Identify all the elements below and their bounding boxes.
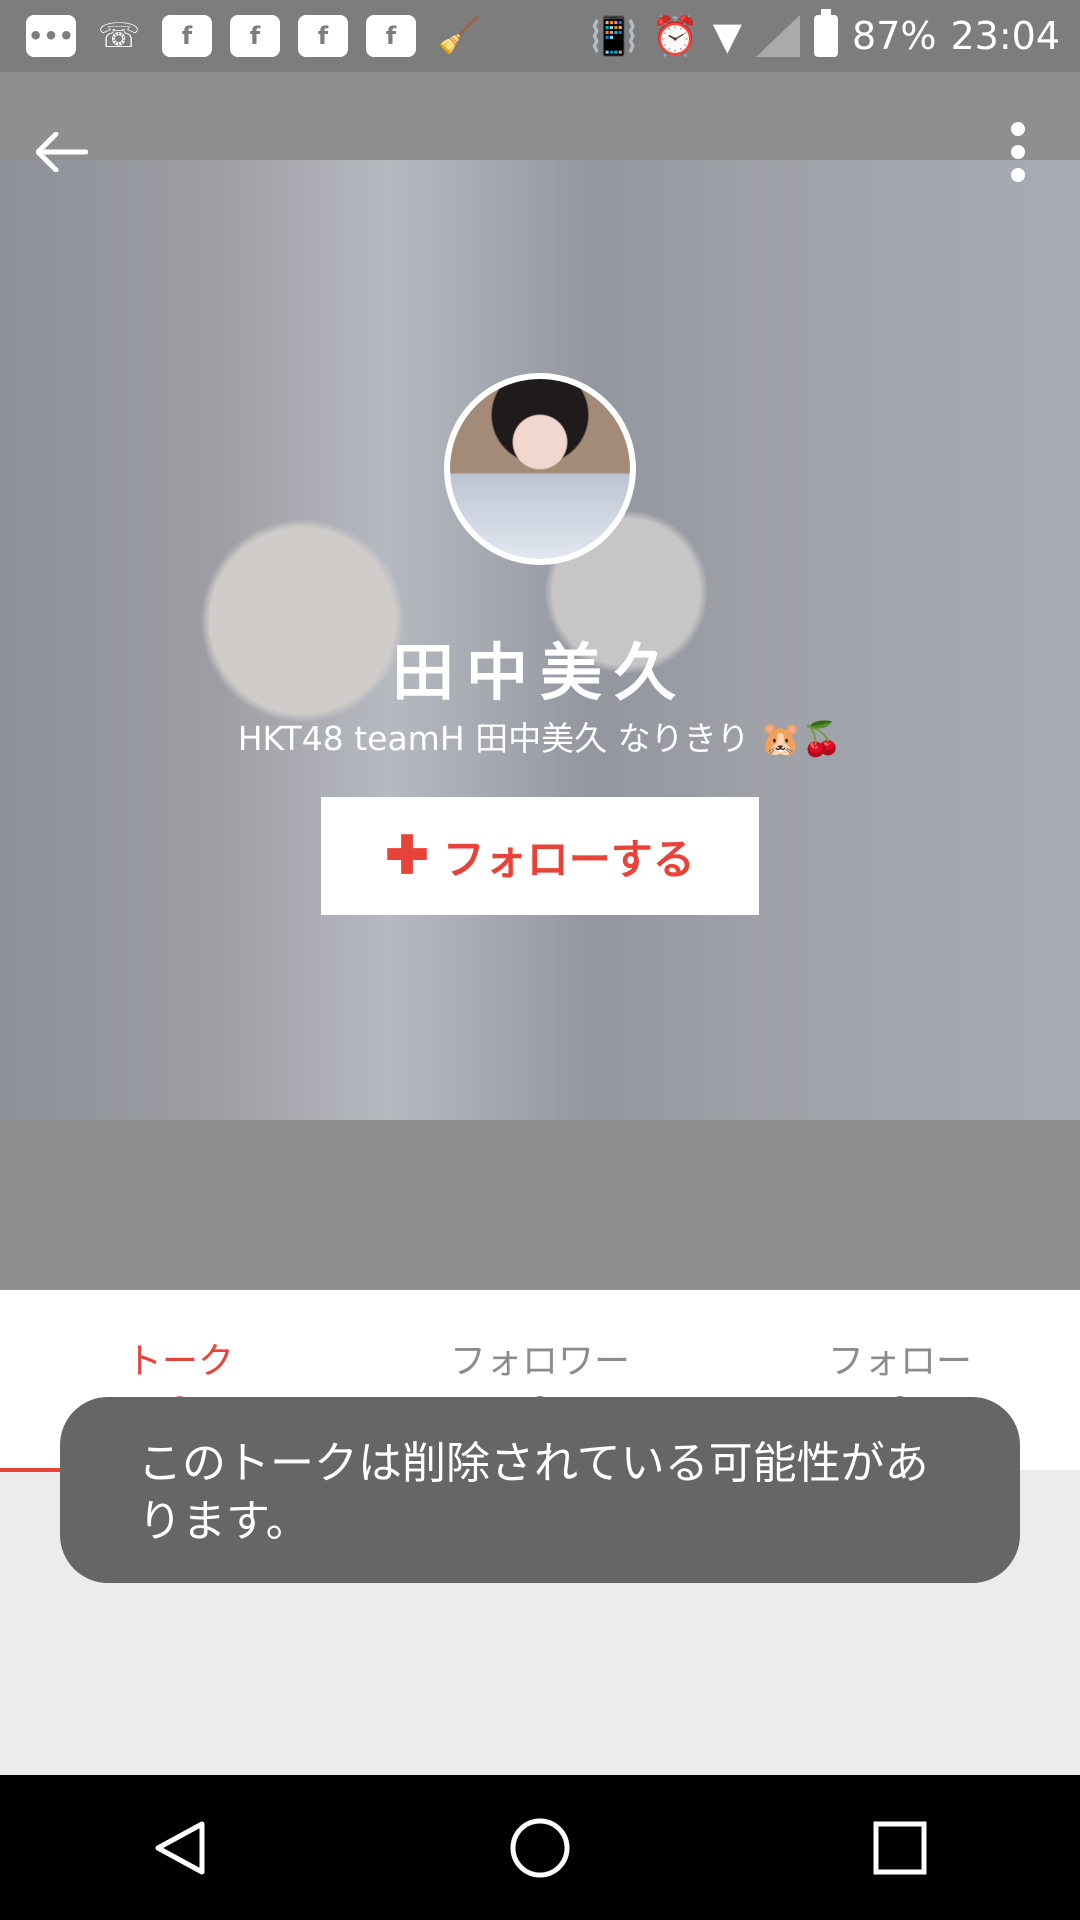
tab-label: フォロワー: [449, 1341, 630, 1382]
cleaner-icon: 🧹: [437, 16, 481, 56]
facebook-icon: f: [298, 15, 348, 57]
facebook-icon: f: [230, 15, 280, 57]
tab-label: トーク: [125, 1341, 234, 1382]
facebook-icon: f: [366, 15, 416, 57]
battery-percent: 87%: [852, 14, 937, 58]
plus-icon: ✚: [385, 827, 429, 885]
avatar[interactable]: [444, 373, 636, 565]
profile-bio: HKT48 teamH 田中美久 なりきり 🐹🍒: [237, 719, 843, 758]
toast-message: このトークは削除されている可能性があります。: [60, 1397, 1020, 1583]
system-icons: 📳 ⏰ ▼ 87% 23:04: [590, 9, 1080, 59]
nav-back-button[interactable]: [120, 1788, 240, 1908]
more-vert-icon: [1011, 122, 1025, 182]
vibrate-icon: 📳: [590, 13, 638, 58]
signal-icon: [756, 15, 801, 57]
follow-button-label: フォローする: [442, 835, 695, 883]
more-options-button[interactable]: [978, 112, 1058, 192]
nav-recents-icon: [873, 1821, 927, 1874]
nav-home-icon: [510, 1818, 570, 1877]
nav-recents-button[interactable]: [840, 1788, 960, 1908]
message-icon: •••: [26, 15, 76, 57]
nav-back-icon: [155, 1821, 205, 1874]
tab-label: フォロー: [827, 1341, 972, 1382]
wifi-calling-icon: ☏: [97, 16, 141, 56]
back-arrow-icon: [36, 132, 88, 172]
alarm-icon: ⏰: [651, 13, 699, 58]
nav-home-button[interactable]: [480, 1788, 600, 1908]
back-button[interactable]: [22, 112, 102, 192]
facebook-icon: f: [162, 15, 212, 57]
status-bar: ••• ☏ f f f f 🧹 📳 ⏰ ▼ 87% 23:04: [0, 0, 1080, 72]
clock: 23:04: [950, 14, 1060, 58]
follow-button[interactable]: ✚ フォローする: [321, 797, 759, 915]
system-nav-bar: [0, 1775, 1080, 1920]
wifi-icon: ▼: [712, 14, 743, 58]
profile-name: 田中美久: [391, 636, 688, 709]
notification-icons: ••• ☏ f f f f 🧹: [0, 15, 484, 57]
battery-icon: [814, 9, 839, 57]
